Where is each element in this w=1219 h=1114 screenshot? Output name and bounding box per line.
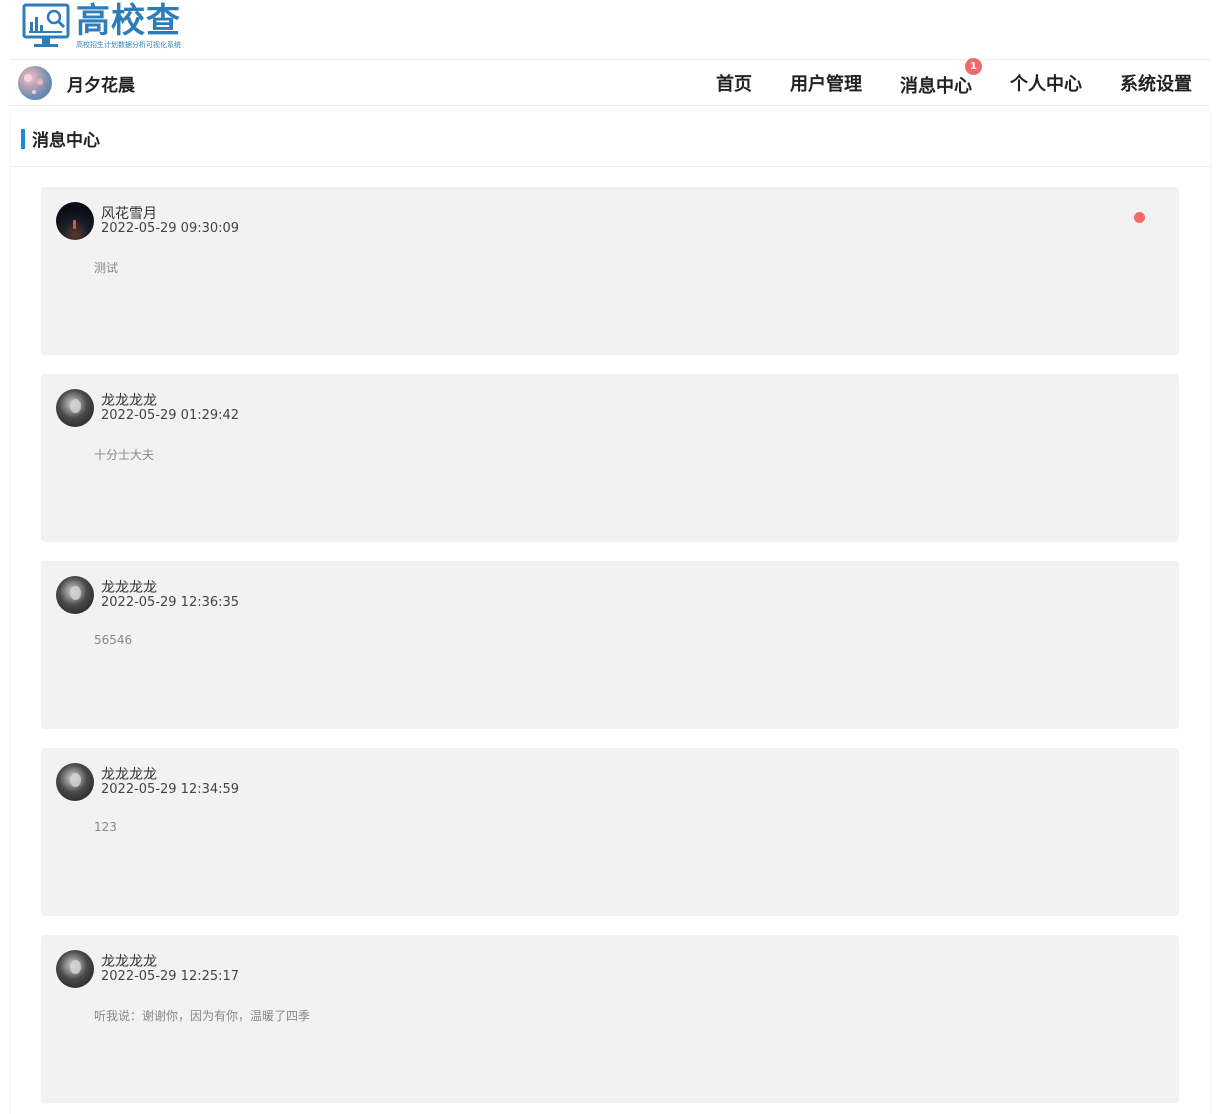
message-time: 2022-05-29 01:29:42 — [101, 408, 240, 423]
message-card[interactable]: 风花雪月 2022-05-29 09:30:09 测试 — [41, 187, 1179, 355]
message-card[interactable]: 龙龙龙龙 2022-05-29 12:34:59 123 — [41, 748, 1179, 916]
message-time: 2022-05-29 09:30:09 — [101, 221, 240, 236]
message-card[interactable]: 龙龙龙龙 2022-05-29 12:25:17 听我说：谢谢你，因为有你，温暖… — [41, 935, 1179, 1103]
nav-item-system-settings[interactable]: 系统设置 — [1120, 70, 1192, 96]
nav-item-message-center-label: 消息中心 — [900, 76, 972, 97]
logo-title: 高校查 — [76, 1, 181, 41]
monitor-chart-search-icon — [22, 2, 72, 52]
top-navigation-bar: 月夕花晨 首页 用户管理 消息中心 1 个人中心 系统设置 — [10, 58, 1210, 106]
message-list: 风花雪月 2022-05-29 09:30:09 测试 龙龙龙龙 2022-05… — [41, 187, 1179, 1114]
message-time: 2022-05-29 12:25:17 — [101, 969, 240, 984]
message-sender: 龙龙龙龙 — [101, 954, 157, 970]
message-content: 听我说：谢谢你，因为有你，温暖了四季 — [94, 1009, 311, 1023]
message-sender: 龙龙龙龙 — [101, 767, 157, 783]
message-card[interactable]: 龙龙龙龙 2022-05-29 12:36:35 56546 — [41, 561, 1179, 729]
message-sender: 龙龙龙龙 — [101, 580, 157, 596]
sender-avatar — [56, 763, 94, 801]
message-content: 123 — [94, 820, 117, 834]
nav-item-home[interactable]: 首页 — [716, 70, 752, 96]
page-title: 消息中心 — [32, 131, 100, 151]
main-nav: 首页 用户管理 消息中心 1 个人中心 系统设置 — [716, 58, 1210, 106]
message-time: 2022-05-29 12:34:59 — [101, 782, 240, 797]
user-name: 月夕花晨 — [67, 75, 135, 96]
unread-count-badge: 1 — [965, 58, 982, 75]
message-center-panel: 消息中心 风花雪月 2022-05-29 09:30:09 测试 龙龙龙龙 20… — [11, 111, 1210, 1114]
message-content: 测试 — [94, 261, 119, 275]
sender-avatar — [56, 389, 94, 427]
current-user[interactable]: 月夕花晨 — [18, 66, 135, 100]
message-sender: 龙龙龙龙 — [101, 393, 157, 409]
nav-item-message-center[interactable]: 消息中心 1 — [900, 58, 982, 98]
message-content: 56546 — [94, 633, 133, 647]
unread-dot-icon — [1134, 212, 1145, 223]
sender-avatar — [56, 950, 94, 988]
site-logo[interactable]: 高校查 高校招生计划数据分析可视化系统 — [22, 2, 181, 54]
nav-item-user-management[interactable]: 用户管理 — [790, 70, 862, 96]
message-content: 十分士大夫 — [94, 448, 155, 462]
sender-avatar — [56, 576, 94, 614]
message-card[interactable]: 龙龙龙龙 2022-05-29 01:29:42 十分士大夫 — [41, 374, 1179, 542]
title-accent-bar — [21, 128, 25, 149]
panel-header: 消息中心 — [11, 111, 1210, 167]
nav-item-personal-center[interactable]: 个人中心 — [1010, 70, 1082, 96]
message-sender: 风花雪月 — [101, 206, 157, 222]
message-time: 2022-05-29 12:36:35 — [101, 595, 240, 610]
sender-avatar — [56, 202, 94, 240]
avatar[interactable] — [18, 66, 52, 100]
logo-subtitle: 高校招生计划数据分析可视化系统 — [76, 41, 181, 49]
